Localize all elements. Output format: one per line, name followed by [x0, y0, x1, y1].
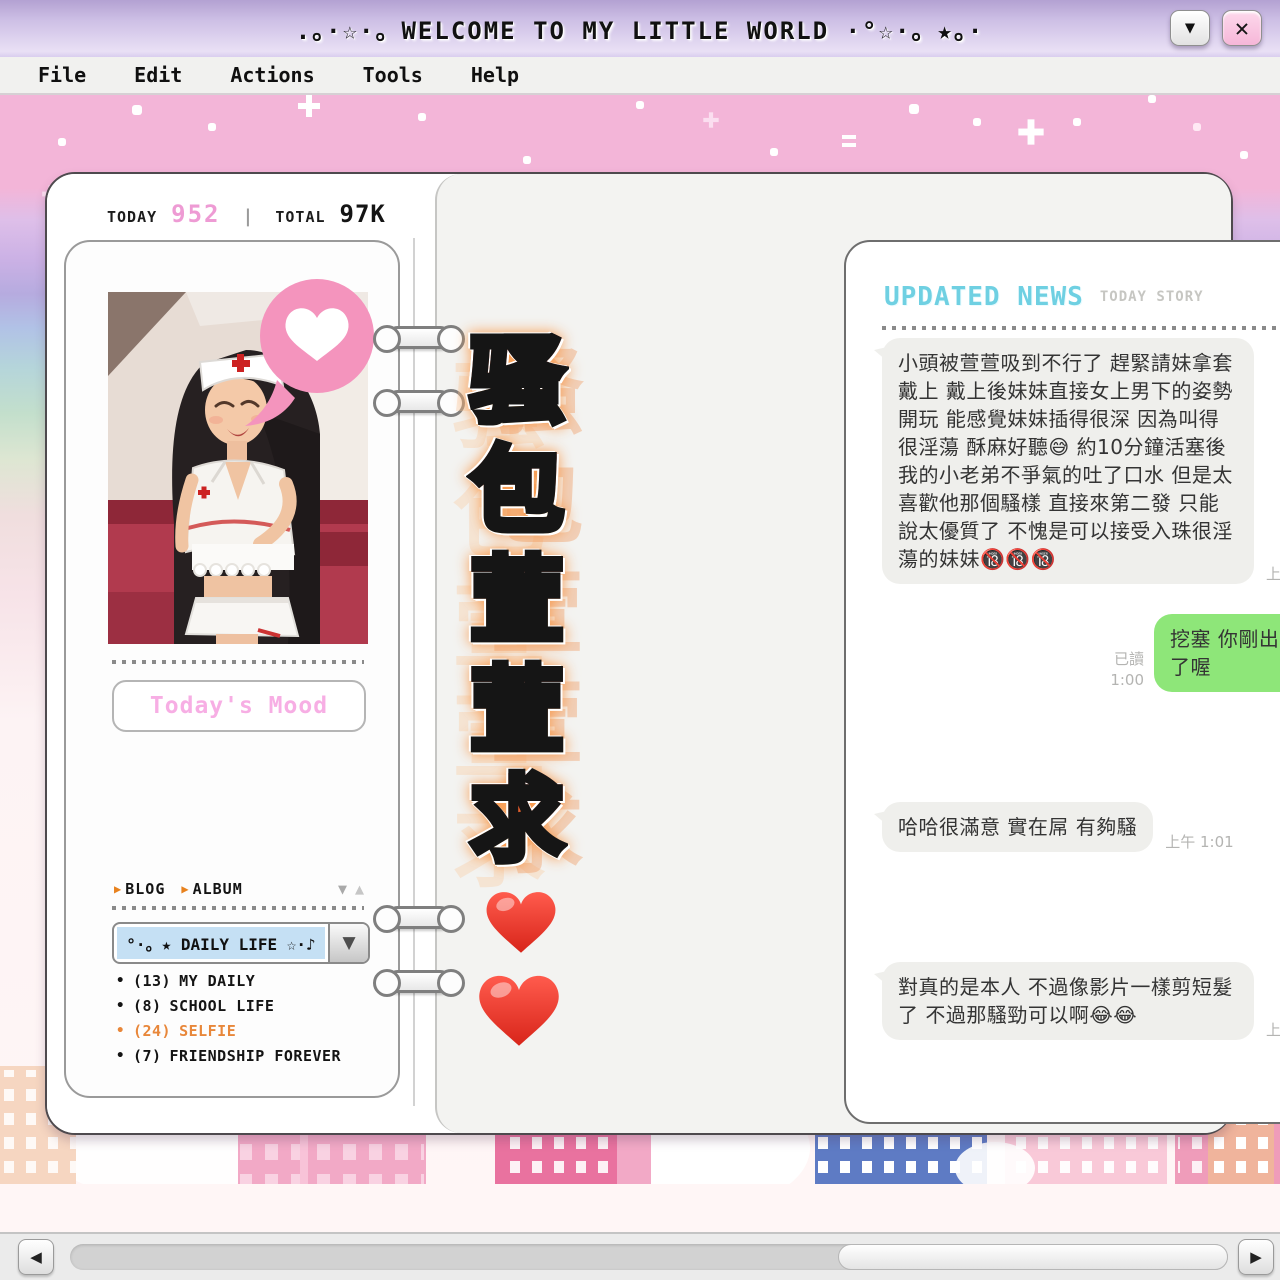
chat-message-row: 已讀上午 1:01本人嗎 [882, 882, 1280, 932]
visitor-stats: TODAY 952 | TOTAL 97K [107, 200, 386, 228]
title-bar: .。·☆·。WELCOME TO MY LITTLE WORLD ·°☆·。★。… [0, 0, 1280, 57]
overlay-character: 萱 [471, 554, 564, 649]
menu-item-tools[interactable]: Tools [363, 63, 423, 87]
total-label: TOTAL [275, 208, 325, 226]
app-window: .。·☆·。WELCOME TO MY LITTLE WORLD ·°☆·。★。… [0, 0, 1280, 1280]
overlay-character: 骚 [471, 334, 564, 429]
chat-card: UPDATED NEWS TODAY STORY ▶ SUBSCRIBE 小頭被… [844, 240, 1280, 1124]
sparkle-equals-icon [842, 135, 856, 147]
news-title: UPDATED NEWS [884, 282, 1084, 312]
divider-dotted [882, 326, 1280, 330]
bullet-icon: • [116, 973, 125, 989]
total-count: 97K [340, 200, 386, 228]
menu-item-file[interactable]: File [38, 63, 86, 87]
dropdown-arrow-button[interactable]: ▼ [328, 924, 368, 962]
overlay-character: 萱 [471, 664, 564, 759]
overlay-character: 包 [471, 444, 564, 539]
category-count: (13) [133, 972, 171, 990]
sparkle-cross-icon [703, 112, 718, 127]
category-item[interactable]: • (7) FRIENDSHIP FOREVER [116, 1047, 341, 1065]
binder-ring [386, 326, 452, 349]
heart-icon [474, 964, 564, 1052]
chat-message-row: 等你下次回來找他 [882, 1070, 1280, 1120]
category-label: MY DAILY [179, 972, 255, 990]
message-meta: 已讀1:00 [1110, 649, 1144, 693]
chat-bubble: 挖塞 你剛出來沒多久就打了這麼多字了喔 [1154, 614, 1280, 692]
notebook: TODAY 952 | TOTAL 97K [45, 172, 1233, 1135]
profile-card: Today's Mood ▶ BLOG ▶ ALBUM ▼ ▲ °·。★ DAI… [64, 240, 400, 1098]
divider-dotted [112, 906, 364, 910]
chat-message-row: 哈哈很滿意 實在屌 有夠騷上午 1:01 [882, 802, 1280, 852]
category-item[interactable]: • (8) SCHOOL LIFE [116, 997, 341, 1015]
todays-mood-button[interactable]: Today's Mood [112, 680, 366, 732]
stats-divider: | [243, 206, 254, 227]
overlay-character: 求 [471, 773, 564, 868]
category-item[interactable]: • (13) MY DAILY [116, 972, 341, 990]
news-subtitle: TODAY STORY [1100, 289, 1204, 305]
category-count: (8) [133, 997, 162, 1015]
category-list: •(13)MY DAILY•(8)SCHOOL LIFE•(24)SELFIE•… [116, 972, 341, 1065]
message-time: 上午 1:01 [1266, 1019, 1280, 1040]
divider-dotted [112, 660, 364, 664]
message-time: 上午 1:00 [1266, 563, 1280, 584]
tab-blog[interactable]: BLOG [125, 880, 165, 898]
bullet-icon: • [116, 1023, 125, 1039]
chat-message-row: 已讀1:00 挖塞 你剛出來沒多久就打了這麼多字了喔 [882, 614, 1280, 692]
binder-ring [386, 970, 452, 993]
message-time: 1:00 [1110, 670, 1144, 692]
category-count: (7) [133, 1047, 162, 1065]
tab-album[interactable]: ALBUM [193, 880, 243, 898]
minimize-icon: ▼ [1185, 18, 1195, 38]
category-dropdown-value: °·。★ DAILY LIFE ☆·♪ [117, 927, 325, 959]
category-label: SELFIE [179, 1022, 236, 1040]
overlay-vertical-title: 骚包萱萱求 [452, 334, 582, 868]
horizontal-scrollbar-thumb[interactable] [838, 1244, 1228, 1270]
heart-icon [482, 882, 560, 958]
sparkle-cross-icon [298, 95, 320, 117]
category-label: SCHOOL LIFE [170, 997, 275, 1015]
window-title: .。·☆·。WELCOME TO MY LITTLE WORLD ·°☆·。★。… [296, 11, 985, 46]
close-button[interactable]: ✕ [1222, 10, 1262, 46]
read-status: 已讀 [1114, 649, 1144, 671]
close-icon: ✕ [1235, 14, 1249, 42]
scroll-left-button[interactable]: ◀ [18, 1239, 54, 1275]
sparkle-dots [0, 95, 4, 99]
menu-item-actions[interactable]: Actions [230, 63, 314, 87]
today-count: 952 [171, 200, 220, 228]
chat-message-row: 小頭被萱萱吸到不行了 趕緊請妹拿套戴上 戴上後妹妹直接女上男下的姿勢開玩 能感覺… [882, 338, 1280, 584]
horizontal-scrollbar: ◀ ▶ [0, 1232, 1280, 1280]
today-label: TODAY [107, 208, 157, 226]
album-arrow-icon: ▶ [181, 882, 188, 896]
menu-item-edit[interactable]: Edit [134, 63, 182, 87]
category-dropdown[interactable]: °·。★ DAILY LIFE ☆·♪ ▼ [112, 922, 370, 964]
bullet-icon: • [116, 998, 125, 1014]
chat-message-list: 小頭被萱萱吸到不行了 趕緊請妹拿套戴上 戴上後妹妹直接女上男下的姿勢開玩 能感覺… [882, 338, 1280, 1120]
news-header: UPDATED NEWS TODAY STORY ▶ SUBSCRIBE [884, 282, 1280, 312]
binder-ring [386, 906, 452, 929]
sparkle-cross-icon [1018, 119, 1043, 144]
todays-mood-label: Today's Mood [150, 693, 328, 719]
scroll-right-button[interactable]: ▶ [1238, 1239, 1274, 1275]
chat-bubble: 哈哈很滿意 實在屌 有夠騷 [882, 802, 1153, 852]
chat-bubble: 小頭被萱萱吸到不行了 趕緊請妹拿套戴上 戴上後妹妹直接女上男下的姿勢開玩 能感覺… [882, 338, 1254, 584]
collapse-down-icon[interactable]: ▼ [338, 880, 347, 898]
bullet-icon: • [116, 1048, 125, 1064]
category-count: (24) [133, 1022, 171, 1040]
blog-album-tabs: ▶ BLOG ▶ ALBUM ▼ ▲ [114, 880, 364, 898]
collapse-up-icon[interactable]: ▲ [355, 880, 364, 898]
blog-arrow-icon: ▶ [114, 882, 121, 896]
category-item[interactable]: • (24) SELFIE [116, 1022, 341, 1040]
chat-message-row: 已讀上午 1:01可見很滿意 [882, 722, 1280, 772]
chat-message-row: 對真的是本人 不過像影片一樣剪短髮了 不過那騷勁可以啊😂😂 上午 1:01 [882, 962, 1280, 1040]
message-time: 上午 1:01 [1165, 831, 1233, 852]
menu-item-help[interactable]: Help [471, 63, 519, 87]
chat-bubble: 對真的是本人 不過像影片一樣剪短髮了 不過那騷勁可以啊😂😂 [882, 962, 1254, 1040]
menu-bar: File Edit Actions Tools Help [0, 57, 1280, 95]
horizontal-scrollbar-track[interactable] [70, 1244, 1228, 1270]
category-label: FRIENDSHIP FOREVER [170, 1047, 342, 1065]
chevron-down-icon: ▼ [342, 933, 355, 953]
minimize-button[interactable]: ▼ [1170, 10, 1210, 46]
heart-speech-bubble [237, 276, 387, 436]
